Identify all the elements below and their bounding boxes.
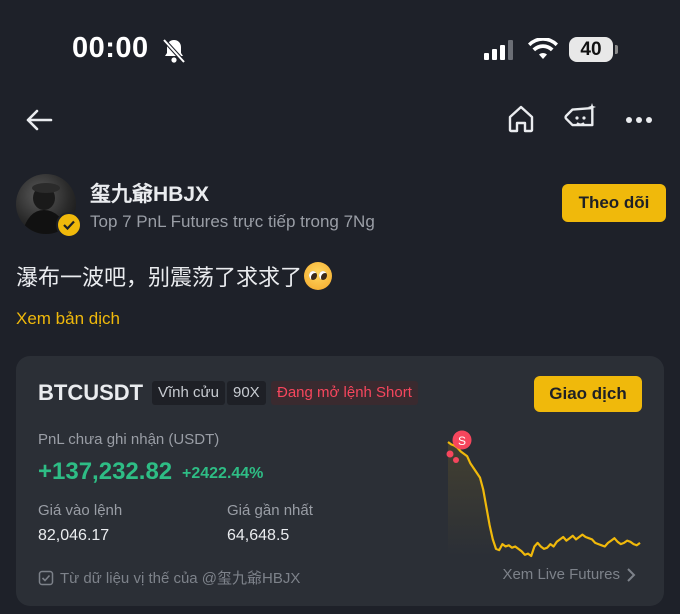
verified-badge-icon [56, 212, 82, 238]
more-icon[interactable] [622, 103, 656, 137]
pnl-percent: +2422.44% [182, 465, 264, 482]
bell-muted-icon [162, 38, 186, 69]
author-name[interactable]: 玺九爺HBJX [90, 178, 209, 208]
pnl-value: +137,232.82 [38, 458, 173, 485]
position-card[interactable]: BTCUSDT Vĩnh cửu 90X Đang mở lệnh Short … [16, 356, 664, 606]
source-note-text: Từ dữ liệu vị thế của @玺九爺HBJX [60, 570, 301, 587]
wifi-icon [528, 37, 558, 65]
price-sparkline-chart: S [446, 430, 641, 558]
live-futures-label: Xem Live Futures [502, 566, 620, 583]
leverage-tag: 90X [227, 381, 266, 405]
author-row: 玺九爺HBJX Top 7 PnL Futures trực tiếp tron… [16, 172, 666, 238]
position-side-tag: Đang mở lệnh Short [271, 381, 418, 405]
clock: 00:00 [72, 32, 149, 64]
pleading-face-emoji-icon [304, 262, 333, 290]
live-futures-link[interactable]: Xem Live Futures [502, 566, 636, 583]
post-body: 瀑布一波吧，别震荡了求求了 [16, 260, 333, 292]
last-price-value: 64,648.5 [227, 527, 290, 544]
trade-button[interactable]: Giao dịch [534, 376, 642, 412]
contract-type-tag: Vĩnh cửu [152, 381, 225, 405]
chevron-right-icon [627, 567, 636, 582]
last-price-label: Giá gần nhất [227, 502, 313, 519]
status-bar: 00:00 40 [0, 0, 680, 100]
post-text: 瀑布一波吧，别震荡了求求了 [16, 265, 303, 290]
source-note: Từ dữ liệu vị thế của @玺九爺HBJX [38, 567, 300, 588]
translate-link[interactable]: Xem bản dịch [16, 309, 120, 329]
top-nav [0, 95, 680, 143]
back-arrow-icon[interactable] [22, 103, 56, 137]
author-subtitle: Top 7 PnL Futures trực tiếp trong 7Ng [90, 212, 375, 231]
symbol-label: BTCUSDT [38, 380, 144, 405]
home-icon[interactable] [504, 101, 538, 137]
entry-price-value: 82,046.17 [38, 527, 110, 544]
shield-check-icon [38, 570, 54, 585]
entry-price-label: Giá vào lệnh [38, 502, 123, 519]
follow-button[interactable]: Theo dõi [562, 184, 666, 222]
battery-tip [615, 45, 618, 54]
pnl-label: PnL chưa ghi nhận (USDT) [38, 431, 220, 448]
cellular-signal-icon [484, 40, 516, 65]
short-marker-label: S [458, 434, 466, 448]
battery-indicator: 40 [569, 37, 613, 62]
tag-sparkle-icon[interactable] [562, 99, 600, 137]
